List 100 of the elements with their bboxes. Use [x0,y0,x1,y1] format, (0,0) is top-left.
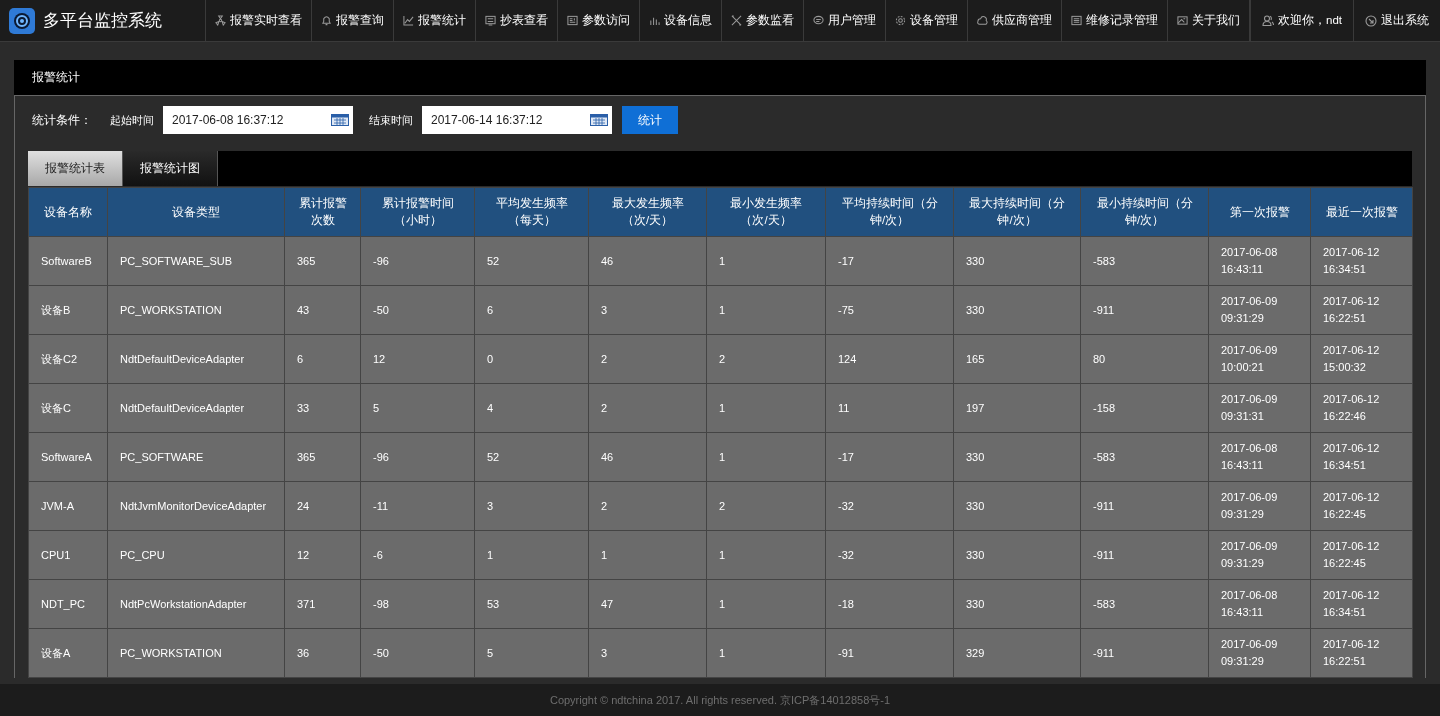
table-cell: 24 [284,481,361,531]
app-title: 多平台监控系统 [43,10,162,32]
table-cell: 2017-06-08 16:43:11 [1208,579,1311,629]
table-cell: 124 [825,334,954,384]
table-cell: SoftwareB [28,236,108,286]
table-cell: NdtPcWorkstationAdapter [107,579,285,629]
table-cell: 329 [953,628,1081,678]
nav-item[interactable]: 设备信息 [639,0,721,41]
table-cell: PC_WORKSTATION [107,285,285,335]
table-cell: -911 [1080,285,1209,335]
table-cell: -32 [825,481,954,531]
table-cell: 2017-06-12 16:22:51 [1310,285,1413,335]
table-cell: 12 [284,530,361,580]
table-cell: 2017-06-12 16:34:51 [1310,579,1413,629]
column-header: 平均发生频率（每天） [474,187,589,237]
nav-item[interactable]: 用户管理 [803,0,885,41]
table-cell: JVM-A [28,481,108,531]
table-cell: -96 [360,432,475,482]
tab[interactable]: 报警统计表 [28,151,123,186]
column-header: 最小发生频率（次/天） [706,187,826,237]
nav-item[interactable]: 设备管理 [885,0,967,41]
table-cell: 43 [284,285,361,335]
table-cell: 2017-06-12 16:34:51 [1310,432,1413,482]
logout-link[interactable]: 退出系统 [1353,0,1440,41]
users-icon [1262,15,1274,26]
table-cell: 330 [953,285,1081,335]
camera-logo-icon [9,7,35,34]
table-cell: 52 [474,236,589,286]
table-cell: 2017-06-09 09:31:31 [1208,383,1311,433]
table-cell: 2017-06-08 16:43:11 [1208,432,1311,482]
table-cell: 2017-06-12 15:00:32 [1310,334,1413,384]
line-chart-icon [403,15,414,26]
table-cell: 53 [474,579,589,629]
table-cell: 2 [588,481,707,531]
copyright-text: Copyright © ndtchina 2017. All rights reserved. 京ICP备14012858号-1 [549,692,891,708]
table-cell: 5 [360,383,475,433]
nav-item[interactable]: 抄表查看 [475,0,557,41]
table-cell: 33 [284,383,361,433]
table-cell: 2 [588,334,707,384]
nav-item[interactable]: 报警查询 [311,0,393,41]
table-cell: -96 [360,236,475,286]
table-cell: 2 [588,383,707,433]
table-cell: 设备C2 [28,334,108,384]
statistics-button[interactable]: 统计 [622,106,678,134]
table-cell: 1 [706,285,826,335]
table-cell: 12 [360,334,475,384]
calendar-icon[interactable] [590,114,608,126]
table-cell: CPU1 [28,530,108,580]
form-icon [567,15,578,26]
table-cell: -583 [1080,236,1209,286]
table-cell: 197 [953,383,1081,433]
table-cell: 设备A [28,628,108,678]
nav-item[interactable]: 维修记录管理 [1061,0,1167,41]
nav-item[interactable]: 报警统计 [393,0,475,41]
bell-icon [321,15,332,26]
table-cell: 3 [588,285,707,335]
table-cell: 6 [474,285,589,335]
table-cell: -583 [1080,432,1209,482]
nav-item[interactable]: 参数监看 [721,0,803,41]
nav-item[interactable]: 供应商管理 [967,0,1061,41]
table-cell: -911 [1080,481,1209,531]
nav-item[interactable]: 报警实时查看 [205,0,311,41]
table-cell: PC_SOFTWARE_SUB [107,236,285,286]
welcome-user-link[interactable]: 欢迎你，ndt [1250,0,1353,41]
table-cell: 371 [284,579,361,629]
column-header: 设备名称 [28,187,108,237]
table-cell: -583 [1080,579,1209,629]
table-cell: 2 [706,481,826,531]
table-cell: 2017-06-12 16:22:45 [1310,481,1413,531]
column-header: 最小持续时间（分钟/次） [1080,187,1209,237]
nav-item[interactable]: 参数访问 [557,0,639,41]
table-cell: NdtJvmMonitorDeviceAdapter [107,481,285,531]
table-cell: 330 [953,579,1081,629]
nav-item[interactable]: 关于我们 [1167,0,1250,41]
table-cell: NdtDefaultDeviceAdapter [107,334,285,384]
tab[interactable]: 报警统计图 [123,151,218,186]
table-cell: 1 [706,383,826,433]
table-cell: -32 [825,530,954,580]
table-cell: SoftwareA [28,432,108,482]
monitor-icon [485,15,496,26]
table-cell: 330 [953,432,1081,482]
cloud-icon [977,15,988,26]
table-cell: 365 [284,236,361,286]
table-cell: PC_CPU [107,530,285,580]
start-time-field[interactable]: 2017-06-08 16:37:12 [163,106,353,134]
table-cell: 2 [706,334,826,384]
table-cell: 1 [588,530,707,580]
table-cell: 2017-06-09 09:31:29 [1208,481,1311,531]
table-cell: -17 [825,432,954,482]
column-header: 最大发生频率（次/天） [588,187,707,237]
end-time-field[interactable]: 2017-06-14 16:37:12 [422,106,612,134]
table-cell: 80 [1080,334,1209,384]
table-cell: -91 [825,628,954,678]
table-cell: 1 [706,628,826,678]
table-cell: 330 [953,236,1081,286]
table-cell: 1 [706,530,826,580]
start-time-label: 起始时间 [110,112,154,128]
calendar-icon[interactable] [331,114,349,126]
table-cell: 2017-06-08 16:43:11 [1208,236,1311,286]
list-icon [1071,15,1082,26]
